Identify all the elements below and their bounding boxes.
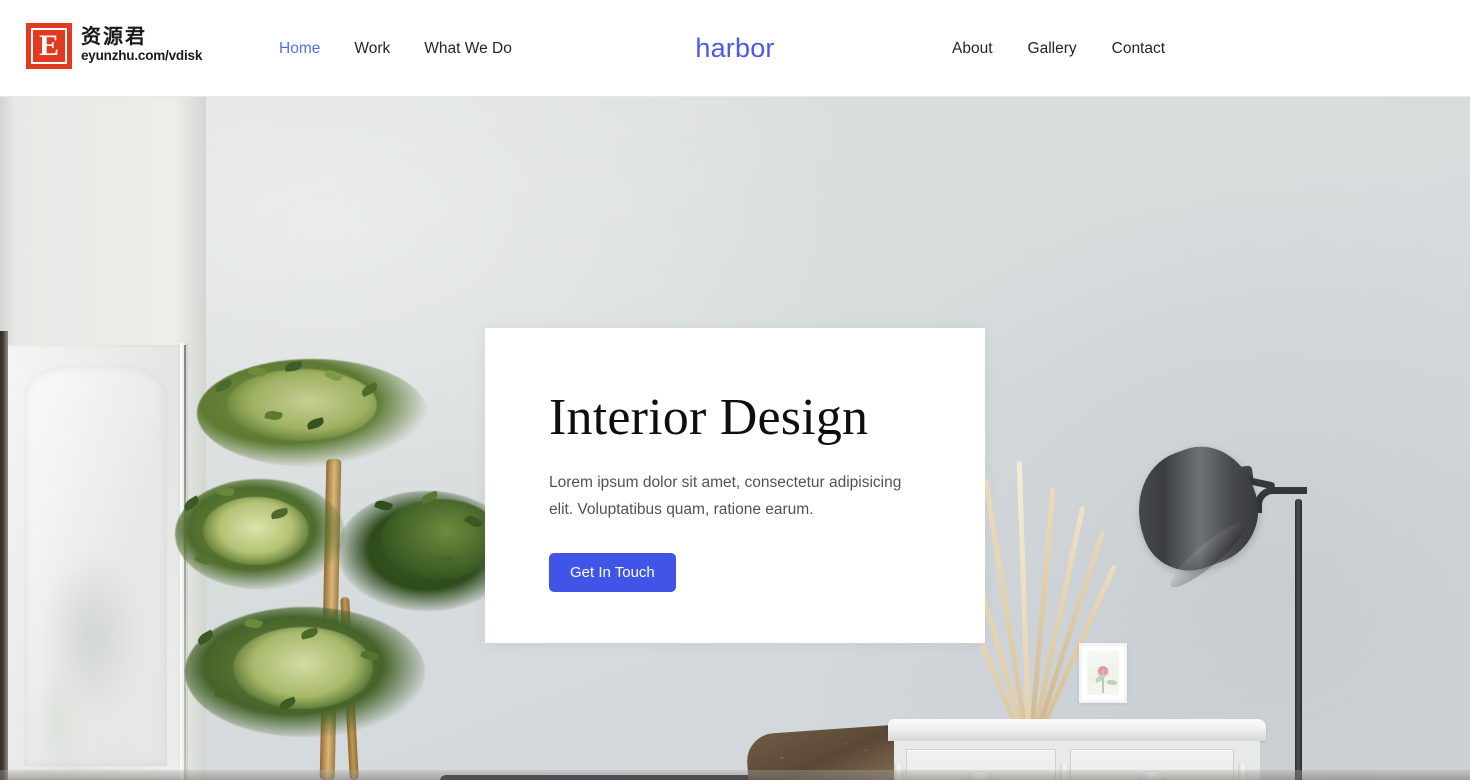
white-door <box>8 345 183 780</box>
lamp-elbow <box>1255 487 1307 513</box>
logo-letter: E <box>38 29 59 62</box>
hero-paragraph: Lorem ipsum dolor sit amet, consectetur … <box>549 474 902 518</box>
watermark-brand-name: 资源君 <box>81 24 147 48</box>
lamp-shade-rim <box>1163 515 1252 595</box>
watermark-brand: E 资源君 eyunzhu.com/vdisk <box>26 23 202 69</box>
dried-pampas-grass <box>939 427 1118 759</box>
tree-foliage-top-light <box>227 369 377 441</box>
primary-nav-right: About Gallery Contact <box>952 0 1165 97</box>
hero-card: Interior Design Lorem ipsum dolor sit am… <box>485 328 985 643</box>
tree-foliage-mid-left-light <box>203 497 309 565</box>
door-gap-shadow <box>0 331 8 780</box>
floor-strip <box>0 770 1470 780</box>
get-in-touch-button[interactable]: Get In Touch <box>549 553 676 592</box>
tree-foliage-mid-right-light <box>381 499 501 579</box>
indoor-plant-tree <box>175 359 517 780</box>
watermark-url: eyunzhu.com/vdisk <box>81 48 203 63</box>
nav-link-home[interactable]: Home <box>279 41 320 57</box>
lamp-pole <box>1295 499 1302 780</box>
primary-nav-left: Home Work What We Do <box>279 0 512 97</box>
lamp-shade <box>1120 432 1274 595</box>
framed-picture <box>1079 643 1127 703</box>
hero-title: Interior Design <box>549 389 869 446</box>
nav-link-gallery[interactable]: Gallery <box>1028 41 1077 57</box>
logo-inner-border: E <box>31 28 67 64</box>
nav-link-what-we-do[interactable]: What We Do <box>424 41 512 57</box>
nav-link-about[interactable]: About <box>952 41 993 57</box>
site-logo-wrapper: harbor <box>0 0 1470 97</box>
watermark-text: 资源君 eyunzhu.com/vdisk <box>81 23 202 64</box>
door-reflection-secondary <box>28 645 88 780</box>
nav-link-work[interactable]: Work <box>354 41 390 57</box>
hero-section: Interior Design Lorem ipsum dolor sit am… <box>0 97 1470 780</box>
floor-lamp <box>1120 432 1335 780</box>
picture-artwork <box>1087 651 1119 695</box>
nav-link-contact[interactable]: Contact <box>1112 41 1165 57</box>
eyunzhu-logo-icon: E <box>26 23 72 69</box>
site-logo[interactable]: harbor <box>695 33 774 64</box>
flower-leaf <box>1106 678 1118 687</box>
site-header: E 资源君 eyunzhu.com/vdisk Home Work What W… <box>0 0 1470 97</box>
